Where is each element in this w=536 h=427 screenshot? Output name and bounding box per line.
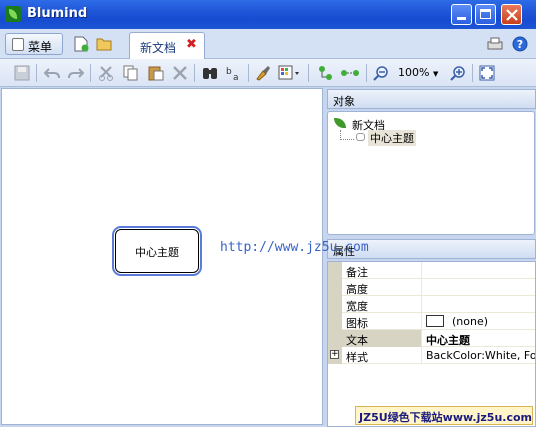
fit-to-window-icon[interactable]: [479, 65, 495, 81]
property-value-icon[interactable]: (none): [423, 313, 535, 330]
maximize-button[interactable]: [475, 4, 496, 25]
tab-label: 新文档: [140, 41, 177, 55]
property-value[interactable]: BackColor:White, Fore: [423, 347, 535, 364]
toolbar-separator: [366, 64, 367, 82]
property-value[interactable]: [423, 296, 535, 313]
property-name: 备注: [342, 262, 422, 279]
theme-palette-icon[interactable]: [278, 65, 300, 81]
objects-panel-header: 对象: [327, 89, 536, 109]
maximize-icon: [480, 9, 491, 19]
new-document-icon[interactable]: [73, 36, 89, 52]
tab-row: 菜单 新文档 ✖ ?: [0, 29, 536, 59]
save-icon[interactable]: [14, 65, 30, 81]
print-icon[interactable]: [487, 37, 503, 51]
svg-text:b: b: [226, 67, 232, 77]
icon-swatch: [426, 315, 444, 327]
menu-button[interactable]: 菜单: [5, 33, 63, 55]
toolbar-separator: [194, 64, 195, 82]
property-value[interactable]: 中心主题: [423, 330, 535, 347]
mindmap-canvas[interactable]: 中心主题: [1, 88, 323, 425]
zoom-in-icon[interactable]: [450, 65, 466, 81]
zoom-level[interactable]: 100% ▼: [398, 66, 438, 79]
add-subtopic-icon[interactable]: [318, 65, 334, 81]
tab-close-icon[interactable]: ✖: [186, 37, 197, 52]
central-topic-label: 中心主题: [135, 246, 179, 259]
toolbar-separator: [36, 64, 37, 82]
copy-icon[interactable]: [123, 65, 139, 81]
minimize-icon: [457, 17, 466, 20]
tree-child-label: 中心主题: [368, 130, 416, 146]
row-gutter: [328, 262, 342, 279]
undo-icon[interactable]: [44, 66, 60, 80]
toolbar-separator: [308, 64, 309, 82]
close-icon: [506, 9, 518, 21]
replace-icon[interactable]: b a: [226, 65, 242, 81]
row-gutter: [328, 330, 342, 347]
property-row-style[interactable]: + 样式 BackColor:White, Fore: [328, 347, 535, 364]
add-sibling-icon[interactable]: [340, 67, 360, 79]
central-topic-node[interactable]: 中心主题: [112, 226, 202, 276]
toolbar-separator: [248, 64, 249, 82]
topic-icon: [356, 133, 365, 141]
property-row-note[interactable]: 备注: [328, 262, 535, 279]
tab-new-document[interactable]: 新文档 ✖: [129, 32, 205, 59]
row-gutter: [328, 279, 342, 296]
site-banner: JZ5U绿色下载站www.jz5u.com: [355, 406, 533, 425]
menu-icon: [12, 38, 24, 51]
property-row-text[interactable]: 文本 中心主题: [328, 330, 535, 347]
find-icon[interactable]: [202, 65, 218, 81]
open-folder-icon[interactable]: [96, 36, 113, 51]
property-value[interactable]: [423, 279, 535, 296]
menu-label: 菜单: [28, 40, 53, 54]
redo-icon[interactable]: [68, 66, 84, 80]
property-value[interactable]: [423, 262, 535, 279]
svg-text:a: a: [233, 73, 239, 81]
property-row-height[interactable]: 高度: [328, 279, 535, 296]
toolbar-separator: [472, 64, 473, 82]
zoom-out-icon[interactable]: [373, 65, 389, 81]
icon-value: (none): [452, 315, 489, 328]
row-gutter: +: [328, 347, 342, 364]
leaf-icon: [334, 118, 346, 128]
property-row-width[interactable]: 宽度: [328, 296, 535, 313]
row-gutter: [328, 296, 342, 313]
toolbar-separator: [90, 64, 91, 82]
row-gutter: [328, 313, 342, 330]
svg-text:?: ?: [517, 38, 523, 51]
app-icon: [5, 6, 21, 22]
minimize-button[interactable]: [451, 4, 472, 25]
window-title: Blumind: [27, 6, 88, 21]
property-name: 高度: [342, 279, 422, 296]
paste-icon[interactable]: [148, 65, 164, 81]
tree-connector: [340, 130, 354, 140]
watermark-text: http://www.jz5u.com: [220, 240, 369, 255]
close-button[interactable]: [501, 4, 522, 25]
format-brush-icon[interactable]: [255, 65, 271, 81]
property-row-icon[interactable]: 图标 (none): [328, 313, 535, 330]
toolbar: b a 100% ▼: [0, 59, 536, 87]
property-name: 样式: [342, 347, 422, 364]
help-icon[interactable]: ?: [512, 36, 528, 52]
delete-icon[interactable]: [172, 65, 188, 81]
objects-panel-title: 对象: [333, 95, 355, 108]
property-name: 宽度: [342, 296, 422, 313]
properties-grid[interactable]: 备注 高度 宽度 图标 (none) 文本 中心主题 + 样式 BackColo…: [327, 261, 536, 427]
title-bar[interactable]: Blumind: [0, 0, 536, 29]
cut-icon[interactable]: [98, 65, 114, 81]
objects-tree[interactable]: 新文档 中心主题: [327, 111, 535, 235]
property-name: 图标: [342, 313, 422, 330]
expand-icon[interactable]: +: [330, 350, 339, 359]
property-name: 文本: [342, 330, 422, 347]
